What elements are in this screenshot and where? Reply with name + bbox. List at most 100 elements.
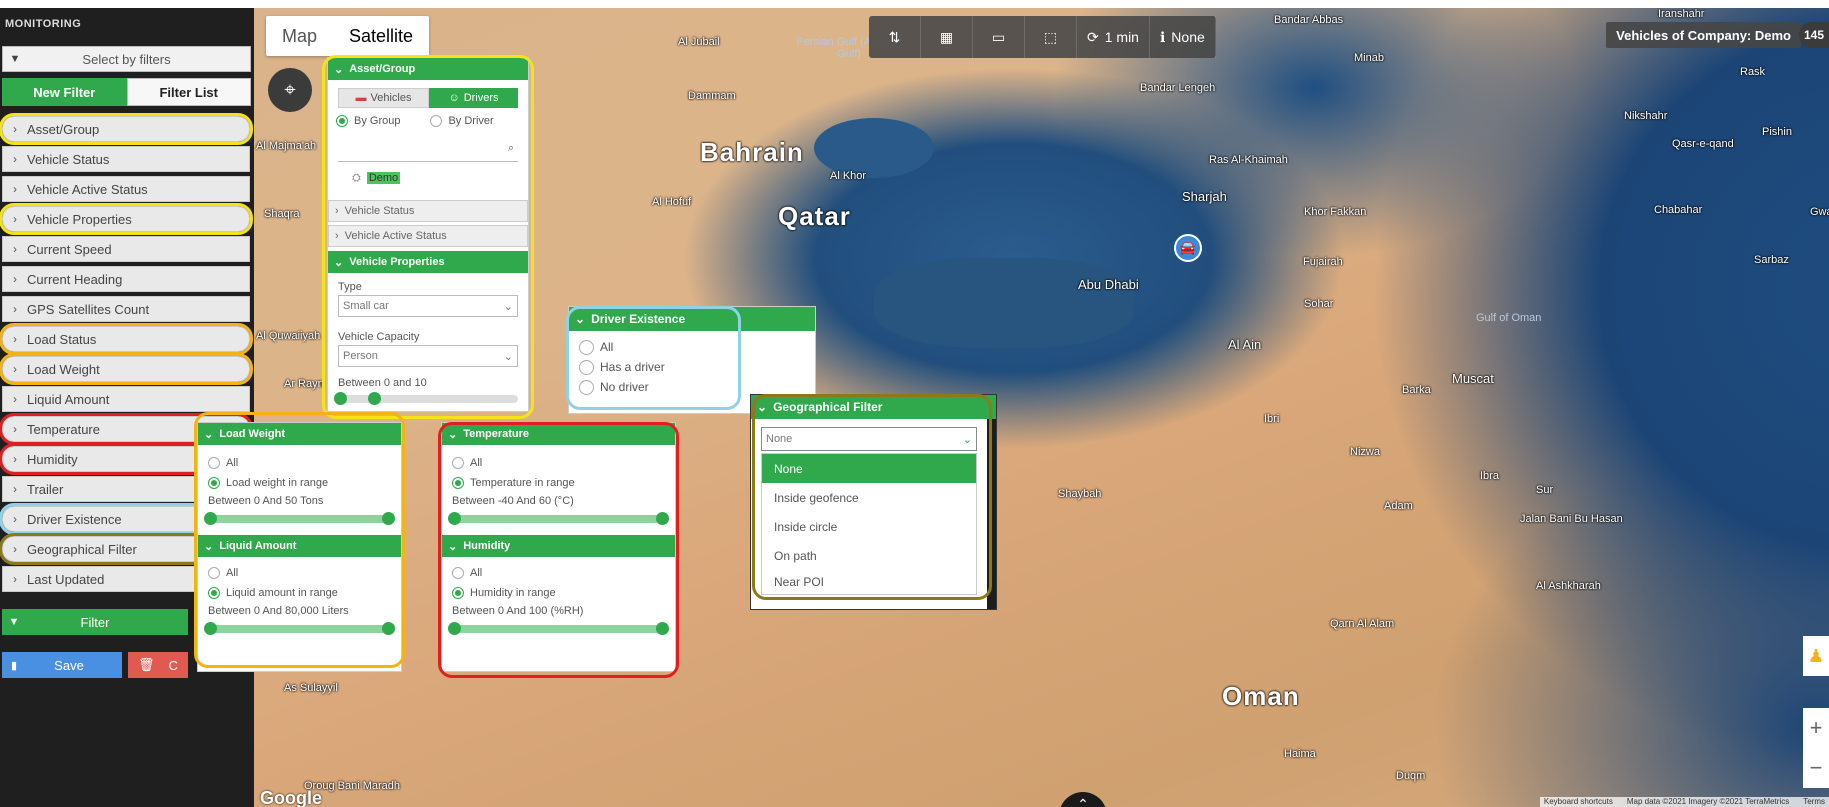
tab-vehicles[interactable]: ▬ Vehicles [338,88,429,108]
keyboard-shortcuts-link[interactable]: Keyboard shortcuts [1544,797,1613,807]
humidity-header[interactable]: ⌄ Humidity [442,535,675,557]
radio-by-group[interactable]: By Group [336,115,400,128]
option-none[interactable]: None [762,454,976,483]
save-filter-button[interactable]: ▮ Save [2,652,122,678]
slider-min-handle[interactable] [204,622,217,635]
slider-max-handle[interactable] [382,622,395,635]
asset-group-header[interactable]: ⌄ Asset/Group [328,58,528,80]
filter-item-liquid-amount[interactable]: › Liquid Amount [2,386,250,412]
tab-drivers[interactable]: ☺ Drivers [429,88,518,108]
map-label-al-khor: Al Khor [830,170,867,182]
slider-max-handle[interactable] [656,622,669,635]
filter-item-current-speed[interactable]: › Current Speed [2,236,250,262]
zoom-in-button[interactable]: + [1803,708,1829,748]
street-view-button[interactable]: ♟ [1803,636,1829,676]
temperature-header[interactable]: ⌄ Temperature [442,423,675,445]
section-vehicle-status[interactable]: › Vehicle Status [328,200,528,222]
my-location-button[interactable]: ⌖ [268,68,312,112]
radio-liquid-in-range[interactable]: Liquid amount in range [198,583,401,603]
filter-select-input[interactable]: ▼ Select by filters [2,46,251,72]
geographical-filter-header[interactable]: ⌄ Geographical Filter [751,395,996,419]
slider-min-handle[interactable] [448,622,461,635]
google-logo: Google [260,788,322,807]
radio-humidity-in-range[interactable]: Humidity in range [442,583,675,603]
liquid-amount-header[interactable]: ⌄ Liquid Amount [198,535,401,557]
refresh-interval-button[interactable]: ⟳ 1 min [1077,16,1150,58]
apply-filter-button[interactable]: ▼ Filter [2,609,188,635]
info-mode-label: None [1171,29,1205,45]
radio-by-driver[interactable]: By Driver [430,115,494,128]
delete-filter-button[interactable]: 🗑 C [128,652,188,678]
type-select[interactable]: Small car ⌄ [338,295,518,317]
capacity-select[interactable]: Person ⌄ [338,345,518,367]
save-filter-label: Save [54,657,84,673]
liquid-amount-slider[interactable] [204,622,395,635]
option-inside-circle[interactable]: Inside circle [762,512,976,541]
slider-max-handle[interactable] [382,512,395,525]
filter-item-load-weight[interactable]: › Load Weight [0,353,253,385]
asset-search-input[interactable]: ⌕ [338,136,518,162]
vehicle-count-badge[interactable]: 145 [1799,22,1829,48]
filter-item-vehicle-active-status[interactable]: › Vehicle Active Status [2,176,250,202]
map-type-satellite-button[interactable]: Satellite [333,16,429,56]
slider-min-handle[interactable] [334,392,347,405]
filter-item-vehicle-properties[interactable]: › Vehicle Properties [0,203,253,235]
capacity-slider[interactable] [334,392,518,405]
filter-item-gps-satellites[interactable]: › GPS Satellites Count [2,296,250,322]
terms-link[interactable]: Terms [1803,797,1825,807]
filter-item-asset-group[interactable]: › Asset/Group [0,113,253,145]
radio-has-driver[interactable]: Has a driver [569,357,815,377]
slider-max-handle[interactable] [368,392,381,405]
radio-temp-all[interactable]: All [442,453,675,473]
slider-min-handle[interactable] [204,512,217,525]
expand-panel-button[interactable]: ⌃ [1059,792,1107,807]
radio-driver-all[interactable]: All [569,337,815,357]
group-icon: ⛭ [352,171,361,184]
map-type-map-button[interactable]: Map [266,16,333,56]
sea-area [814,118,934,178]
radio-load-all[interactable]: All [198,453,401,473]
filter-icon: ▼ [9,53,21,65]
filter-item-label: Load Weight [27,361,100,377]
info-mode-button[interactable]: ℹ None [1150,16,1216,58]
chevron-right-icon: › [13,272,17,286]
load-weight-slider[interactable] [204,512,395,525]
tab-vehicles-label: Vehicles [370,92,412,104]
radio-temp-in-range[interactable]: Temperature in range [442,473,675,493]
select-area-button[interactable]: ⬚ [1025,16,1077,58]
load-weight-header[interactable]: ⌄ Load Weight [198,423,401,445]
option-inside-geofence[interactable]: Inside geofence [762,483,976,512]
filter-item-current-heading[interactable]: › Current Heading [2,266,250,292]
option-on-path[interactable]: On path [762,541,976,570]
tab-new-filter[interactable]: New Filter [2,78,127,106]
radio-load-in-range[interactable]: Load weight in range [198,473,401,493]
traffic-button[interactable]: ▦ [921,16,973,58]
vehicle-properties-header[interactable]: ⌄ Vehicle Properties [328,251,528,273]
filter-item-vehicle-status[interactable]: › Vehicle Status [2,146,250,172]
slider-min-handle[interactable] [448,512,461,525]
route-button[interactable]: ⇅ [869,16,921,58]
radio-humidity-all[interactable]: All [442,563,675,583]
group-tree-item[interactable]: ⛭ Demo [328,168,528,188]
filter-select-placeholder: Select by filters [82,51,171,67]
slider-max-handle[interactable] [656,512,669,525]
chevron-right-icon: › [13,572,17,586]
map-label-khor-fakkan: Khor Fakkan [1304,206,1367,218]
geographical-select[interactable]: None ⌄ [761,427,977,451]
driver-existence-header[interactable]: ⌄ Driver Existence [569,307,815,331]
filter-item-label: Load Status [27,331,97,347]
capacity-select-value: Person [343,350,378,362]
tab-filter-list[interactable]: Filter List [126,78,251,106]
zoom-out-button[interactable]: − [1803,748,1829,788]
radio-liquid-all[interactable]: All [198,563,401,583]
option-near-poi[interactable]: Near POI [762,570,976,594]
vehicle-marker[interactable]: 🚘 [1174,234,1202,262]
filter-item-load-status[interactable]: › Load Status [0,323,253,355]
map-label-bandar-lengeh: Bandar Lengeh [1140,82,1216,94]
chevron-right-icon: › [13,122,17,136]
measure-button[interactable]: ▭ [973,16,1025,58]
humidity-slider[interactable] [448,622,669,635]
radio-indicator [208,587,220,599]
section-vehicle-active-status[interactable]: › Vehicle Active Status [328,225,528,247]
temperature-slider[interactable] [448,512,669,525]
